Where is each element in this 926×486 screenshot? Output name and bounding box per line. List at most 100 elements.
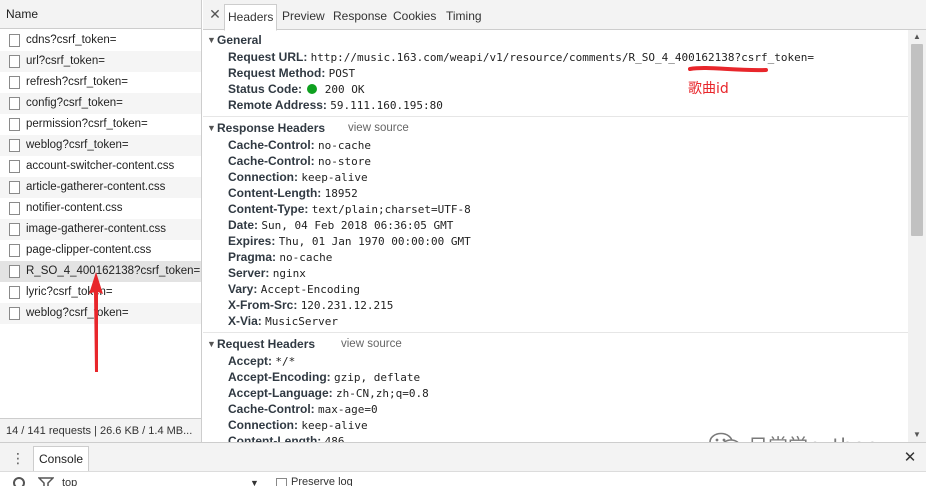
file-icon [9,286,20,299]
file-icon [9,139,20,152]
header-key: Content-Type: [228,202,309,216]
header-key: Connection: [228,418,298,432]
header-key: Content-Length: [228,434,322,442]
header-value: no-cache [318,139,371,152]
detail-tab-bar: ✕ Headers Preview Response Cookies Timin… [203,0,926,31]
tab-preview[interactable]: Preview [279,4,328,30]
header-key: Date: [228,218,259,232]
header-key: X-From-Src: [228,298,298,312]
detail-scrollbar[interactable]: ▲ ▼ [908,30,926,442]
header-row: Content-Length: 486 [228,433,345,442]
header-value: keep-alive [301,171,368,184]
request-headers-section-header[interactable]: ▼ Request Headers view source [203,335,908,353]
header-value: Accept-Encoding [260,283,361,296]
request-name: R_SO_4_400162138?csrf_token= [26,265,201,277]
scroll-up-arrow-icon[interactable]: ▲ [912,32,922,42]
request-row[interactable]: url?csrf_token= [0,51,201,72]
request-name: article-gatherer-content.css [26,181,166,193]
header-value: MusicServer [265,315,338,328]
requests-panel: Name cdns?csrf_token= url?csrf_token=refr… [0,0,202,442]
general-title: General [217,33,262,47]
request-detail-panel: ✕ Headers Preview Response Cookies Timin… [203,0,926,442]
close-icon[interactable]: ✕ [207,5,223,23]
header-value: keep-alive [301,419,368,432]
kebab-menu-icon[interactable]: ⋮ [10,449,26,467]
header-value: 18952 [324,187,358,200]
header-value: Thu, 01 Jan 1970 00:00:00 GMT [278,235,471,248]
response-headers-section-header[interactable]: ▼ Response Headers view source [203,119,908,137]
header-row: Content-Type: text/plain;charset=UTF-8 [228,201,471,217]
header-value: nginx [272,267,306,280]
file-icon [9,223,20,236]
header-key: Expires: [228,234,276,248]
file-icon [9,244,20,257]
header-key: Server: [228,266,270,280]
general-section-header[interactable]: ▼ General [203,31,908,49]
file-icon [9,160,20,173]
header-key: Accept: [228,354,273,368]
header-row: Server: nginx [228,265,306,281]
request-row[interactable]: weblog?csrf_token= [0,135,201,156]
header-key: Pragma: [228,250,277,264]
expand-triangle-icon: ▼ [207,339,216,349]
header-key: Cache-Control: [228,402,315,416]
file-icon [9,265,20,278]
file-icon [9,55,20,68]
header-row: Content-Length: 18952 [228,185,358,201]
section-divider [203,116,908,117]
header-row: Pragma: no-cache [228,249,332,265]
request-row[interactable]: config?csrf_token= [0,93,201,114]
header-row: Date: Sun, 04 Feb 2018 06:36:05 GMT [228,217,453,233]
request-url-key: Request URL: [228,50,311,64]
file-icon [9,202,20,215]
tab-headers[interactable]: Headers [224,4,278,31]
scroll-down-arrow-icon[interactable]: ▼ [912,430,922,440]
header-key: Connection: [228,170,298,184]
header-row: Cache-Control: no-store [228,153,371,169]
tab-cookies[interactable]: Cookies [390,4,439,30]
header-value: no-cache [279,251,333,264]
request-row[interactable]: image-gatherer-content.css [0,219,201,240]
status-ok-dot-icon [307,84,318,94]
headers-content: ▼ General Request URL: http://music.163.… [203,30,908,442]
header-value: zh-CN,zh;q=0.8 [336,387,429,400]
response-view-source-link[interactable]: view source [348,119,409,137]
request-row[interactable]: page-clipper-content.css [0,240,201,261]
request-name: refresh?csrf_token= [26,76,128,88]
header-row: Connection: keep-alive [228,169,368,185]
file-icon [9,307,20,320]
status-code-value: 200 OK [324,83,365,96]
remote-address-value: 59.111.160.195:80 [330,99,443,112]
request-name: weblog?csrf_token= [26,307,129,319]
request-view-source-link[interactable]: view source [341,335,402,353]
header-value: 486 [324,435,345,442]
header-row: X-Via: MusicServer [228,313,338,329]
preserve-log-label: Preserve log [291,476,353,486]
file-icon [9,118,20,131]
scroll-thumb[interactable] [911,44,923,236]
requests-summary: 14 / 141 requests | 26.6 KB / 1.4 MB... [6,425,193,437]
tab-timing[interactable]: Timing [443,4,485,30]
header-key: Cache-Control: [228,154,315,168]
tab-console[interactable]: Console [33,446,90,471]
request-row[interactable]: permission?csrf_token= [0,114,201,135]
header-value: text/plain;charset=UTF-8 [311,203,471,216]
tab-response[interactable]: Response [330,4,390,30]
request-row[interactable]: account-switcher-content.css [0,156,201,177]
request-row[interactable]: refresh?csrf_token= [0,72,201,93]
console-toolbar: top ▼ Preserve log [0,471,926,486]
status-code-key: Status Code: [228,82,303,96]
name-column-header[interactable]: Name [0,0,201,29]
header-row: Expires: Thu, 01 Jan 1970 00:00:00 GMT [228,233,471,249]
request-row[interactable]: article-gatherer-content.css [0,177,201,198]
request-method-key: Request Method: [228,66,329,80]
request-row[interactable]: cdns?csrf_token= [0,30,201,51]
file-icon [9,34,20,47]
header-key: Content-Length: [228,186,322,200]
remote-address-key: Remote Address: [228,98,331,112]
close-icon[interactable]: ✕ [902,448,918,468]
header-value: max-age=0 [318,403,378,416]
expand-triangle-icon: ▼ [207,35,216,45]
request-row[interactable]: notifier-content.css [0,198,201,219]
section-divider [203,332,908,333]
